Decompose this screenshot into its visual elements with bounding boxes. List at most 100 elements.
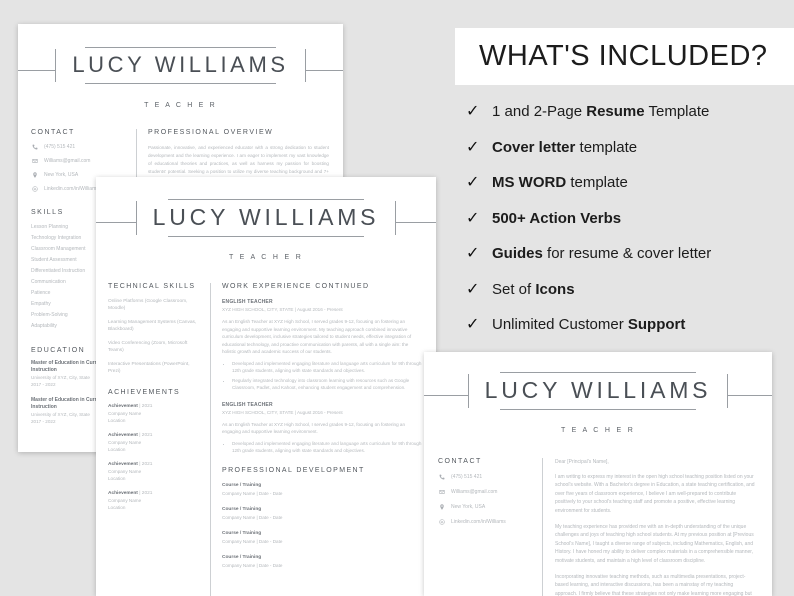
achievement-title: Achievement | 2021 [108,491,153,496]
location-icon [438,503,446,511]
resume-page-2[interactable]: LUCY WILLIAMS T E A C H E R TECHNICAL SK… [96,177,436,596]
job-entry: ENGLISH TEACHER XYZ HIGH SCHOOL, CITY, ST… [222,401,422,455]
resume2-columns: TECHNICAL SKILLS Online Platforms (Googl… [96,283,436,596]
cover-paragraph: Incorporating innovative teaching method… [555,574,752,596]
cover-columns: CONTACT (475) 515 421 Williams@gmail.com N… [424,458,772,596]
contact-text: Linkedin.com/in/Williams [451,519,506,525]
cover-paragraph: My teaching experience has provided me w… [555,524,754,564]
contact-text: New York, USA [451,504,486,510]
cover-letter-page[interactable]: LUCY WILLIAMS T E A C H E R CONTACT (475… [424,352,772,596]
promo-check-strong: MS WORD [492,174,567,191]
cover-salutation: Dear [Principal's Name], [555,459,609,465]
prof-dev-entry: Course / Training Company Name | Date - D… [222,530,422,546]
cover-right-column: Dear [Principal's Name], I am writing to… [543,458,772,596]
cover-name-header: LUCY WILLIAMS [424,371,772,418]
contact-list: (475) 515 421 Williams@gmail.com New York,… [438,473,534,526]
promo-check-label: Guides for resume & cover letter [492,245,712,262]
promo-check-label: Cover letter template [492,138,638,156]
person-role: T E A C H E R [144,102,217,109]
contact-row[interactable]: Williams@gmail.com [31,157,128,165]
cover-left-column: CONTACT (475) 515 421 Williams@gmail.com N… [424,458,542,596]
promo-check-item: ✓ MS WORD template [466,174,794,192]
email-icon [31,157,39,165]
promo-check-strong: Guides [492,245,543,262]
job-meta: XYZ HIGH SCHOOL, CITY, STATE | August 20… [222,307,343,312]
cover-paragraph: I am writing to express my interest in t… [555,474,755,514]
job-title: ENGLISH TEACHER [222,299,273,305]
person-role: T E A C H E R [560,427,636,434]
contact-text: Linkedin.com/in/Williams [44,186,99,192]
name-box: LUCY WILLIAMS [55,46,306,85]
tech-skill-item: Video Conferencing (Zoom, Microsoft Team… [108,341,188,353]
notch-tl [135,198,168,201]
promo-checklist: ✓ 1 and 2-Page Resume Template ✓ Cover lett… [466,103,794,352]
achievement-company: Company Name [108,469,142,474]
achievements-list: Achievement | 2021 Company Name Location Ac… [108,403,202,511]
prof-dev-entry: Course / Training Company Name | Date - D… [222,482,422,498]
achievement-location: Location [108,447,126,452]
screenshot-canvas: LUCY WILLIAMS T E A C H E R CONTACT (475… [0,0,794,596]
achievement-year: | 2021 [137,462,153,467]
resume2-left-column: TECHNICAL SKILLS Online Platforms (Googl… [96,283,210,596]
prof-dev-course: Course / Training [222,530,262,536]
promo-check-item: ✓ Unlimited Customer Support [466,316,794,334]
check-icon: ✓ [466,280,480,298]
achievement-entry: Achievement | 2021 Company Name Location [108,403,202,424]
person-name: LUCY WILLIAMS [72,52,289,77]
notch-tl [467,371,500,374]
achievement-title: Achievement | 2021 [108,404,153,409]
achievement-title: Achievement | 2021 [108,433,153,438]
prof-dev-entry: Course / Training Company Name | Date - D… [222,554,422,570]
contact-row[interactable]: New York, USA [438,503,534,511]
tech-skill-item: Learning Management Systems (Canvas, Bla… [108,320,197,332]
resume2-right-column: WORK EXPERIENCE CONTINUED ENGLISH TEACHE… [211,283,436,596]
contact-row[interactable]: Linkedin.com/in/Williams [438,518,534,526]
tech-skill-item: Online Platforms (Google Classroom, Mood… [108,299,188,311]
prof-dev-course: Course / Training [222,506,262,512]
contact-row[interactable]: (475) 515 421 [438,473,534,481]
job-bullet: Regularly integrated technology into cla… [232,377,422,392]
phone-icon [31,143,39,151]
prof-dev-meta: Company Name | Date - Date [222,538,283,544]
notch-tr [364,198,397,201]
contact-heading: CONTACT [31,129,75,136]
linkedin-icon [438,518,446,526]
notch-bl [467,408,500,411]
contact-text: Williams@gmail.com [44,158,91,164]
promo-check-item: ✓ 1 and 2-Page Resume Template [466,103,794,121]
professional-development-list: Course / Training Company Name | Date - D… [222,482,422,570]
notch-br [275,82,306,85]
achievement-year: | 2021 [137,491,153,496]
job-title: ENGLISH TEACHER [222,401,273,408]
contact-text: New York, USA [44,172,79,178]
resume2-name-header: LUCY WILLIAMS [96,198,436,245]
notch-tl [55,46,86,49]
promo-check-item: ✓ Guides for resume & cover letter [466,245,794,263]
check-icon: ✓ [466,316,480,333]
resume1-name-header: LUCY WILLIAMS [18,46,343,93]
prof-dev-meta: Company Name | Date - Date [222,490,283,496]
contact-row[interactable]: (475) 515 421 [31,143,128,151]
promo-check-label: Set of Icons [492,280,575,298]
achievement-location: Location [108,505,126,510]
job-bullets: Developed and implemented engaging liter… [222,360,422,392]
check-icon: ✓ [466,245,480,262]
professional-development-heading: PROFESSIONAL DEVELOPMENT [222,466,365,474]
job-summary: As an English Teacher at XYZ High School… [222,421,406,435]
person-role: T E A C H E R [228,254,304,261]
email-icon [438,488,446,496]
achievement-year: | 2021 [137,433,153,438]
work-experience-heading: WORK EXPERIENCE CONTINUED [222,283,370,290]
achievement-entry: Achievement | 2021 Company Name Location [108,461,202,482]
overview-heading: PROFESSIONAL OVERVIEW [148,129,274,136]
contact-row[interactable]: Williams@gmail.com [438,488,534,496]
contact-heading: CONTACT [438,458,482,465]
linkedin-icon [31,185,39,193]
promo-check-strong: Resume [586,103,645,120]
contact-text: (475) 515 421 [451,474,483,480]
tech-skills-heading: TECHNICAL SKILLS [108,283,196,290]
job-bullet: Developed and implemented engaging liter… [232,360,422,375]
achievement-company: Company Name [108,411,142,416]
promo-check-item: ✓ Set of Icons [466,281,794,299]
cover-paragraphs: I am writing to express my interest in t… [555,473,756,596]
